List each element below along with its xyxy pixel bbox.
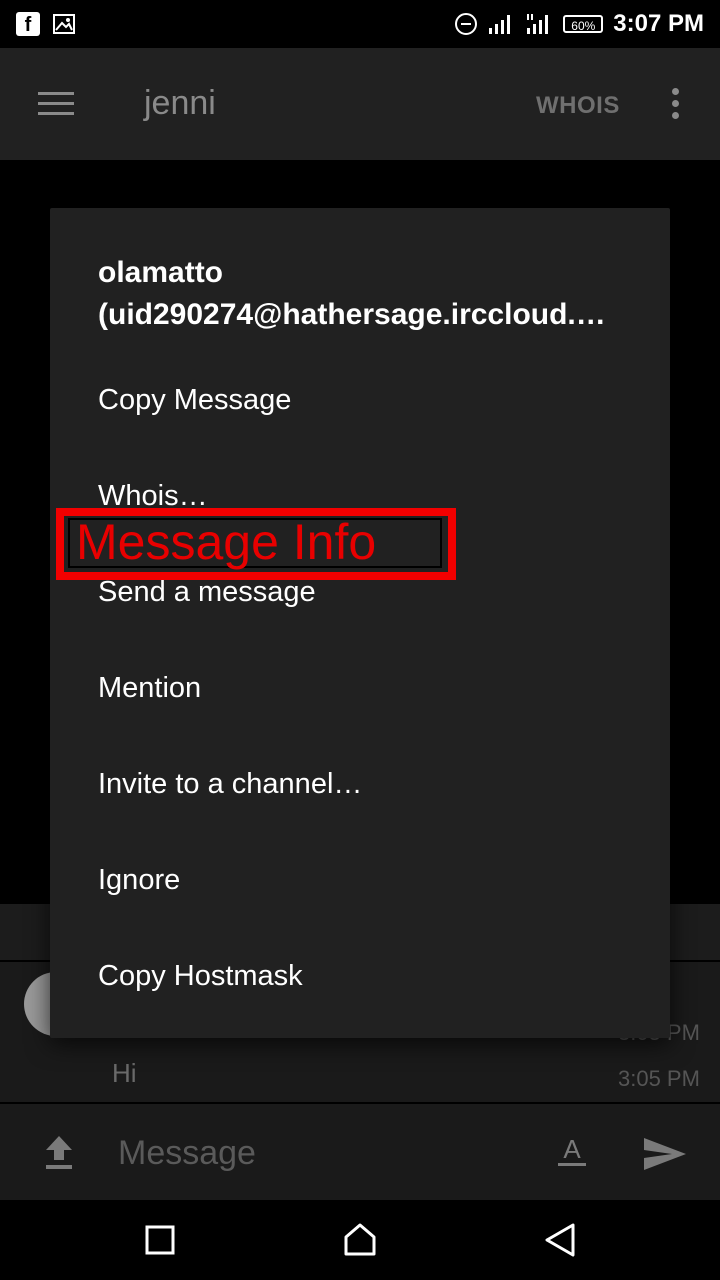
- message-input[interactable]: [116, 1130, 520, 1176]
- home-icon[interactable]: [340, 1220, 380, 1260]
- copy-hostmask-item[interactable]: Copy Hostmask: [98, 946, 638, 1006]
- ignore-item[interactable]: Ignore: [98, 850, 638, 910]
- message-timestamp: 3:05 PM: [618, 1066, 700, 1091]
- text-format-icon[interactable]: A: [556, 1132, 588, 1172]
- navigation-bar: [0, 1200, 720, 1280]
- facebook-icon: f: [16, 12, 40, 36]
- invite-to-channel-item[interactable]: Invite to a channel…: [98, 754, 638, 814]
- signal-icon: [489, 15, 511, 34]
- do-not-disturb-icon: [455, 13, 478, 35]
- dialog-title-host: (uid290274@hathersage.irccloud.com): [98, 298, 622, 331]
- dialog-title: olamatto (uid290274@hathersage.irccloud.…: [98, 252, 638, 336]
- signal-icon: [527, 14, 549, 34]
- channel-title: jenni: [144, 84, 216, 122]
- annotation-label: Message Info: [76, 514, 377, 570]
- app-bar: jenni WHOIS: [0, 48, 720, 160]
- image-icon: [53, 14, 75, 34]
- user-actions-dialog: olamatto (uid290274@hathersage.irccloud.…: [50, 208, 670, 1038]
- whois-button[interactable]: WHOIS: [536, 92, 620, 120]
- status-bar: f 60% 3:07 PM: [0, 0, 720, 48]
- recents-icon[interactable]: [140, 1220, 180, 1260]
- message-text: Hi: [112, 1058, 137, 1088]
- svg-text:A: A: [563, 1134, 581, 1164]
- back-icon[interactable]: [540, 1220, 580, 1260]
- overflow-menu-icon[interactable]: [672, 88, 680, 122]
- send-icon[interactable]: [640, 1134, 688, 1174]
- status-time: 3:07 PM: [613, 10, 704, 37]
- upload-icon[interactable]: [40, 1132, 78, 1172]
- menu-icon[interactable]: [38, 92, 74, 118]
- dialog-title-nick: olamatto: [98, 256, 224, 289]
- battery-icon: 60%: [563, 15, 604, 33]
- copy-message-item[interactable]: Copy Message: [98, 370, 638, 430]
- mention-item[interactable]: Mention: [98, 658, 638, 718]
